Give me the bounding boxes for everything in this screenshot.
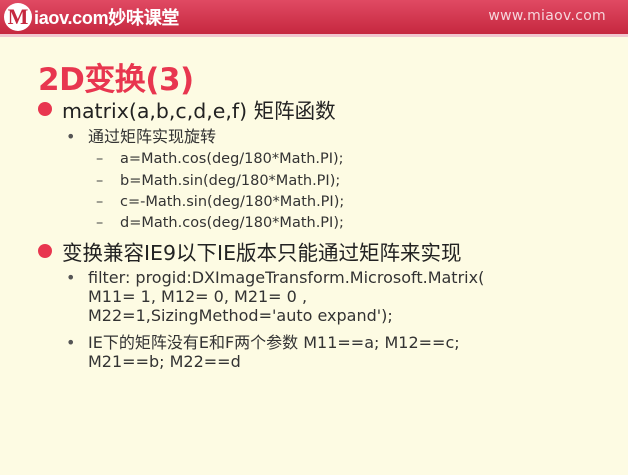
site-url[interactable]: www.miaov.com [488,8,606,24]
sub-bullet-text: 通过矩阵实现旋转 [88,127,217,146]
section-heading-text: 变换兼容IE9以下IE版本只能通过矩阵来实现 [62,241,462,265]
formula-a: – a=Math.cos(deg/180*Math.PI); [96,151,344,167]
sub-bullet-filter: • filter: progid:DXImageTransform.Micros… [66,268,484,325]
dash-icon: – [96,151,104,167]
logo-badge: M [4,3,32,31]
filter-line: filter: progid:DXImageTransform.Microsof… [88,268,485,287]
bullet-dot-icon [38,244,52,258]
dash-icon: – [96,194,104,210]
ie-params-block: IE下的矩阵没有E和F两个参数 M11==a; M12==c; M21==b; … [88,333,460,371]
filter-line: M22=1,SizingMethod='auto expand'); [88,306,393,325]
section-heading-matrix: matrix(a,b,c,d,e,f) 矩阵函数 [38,94,336,124]
filter-code-block: filter: progid:DXImageTransform.Microsof… [88,268,484,325]
logo-text: iaov.com妙味课堂 [34,8,180,28]
sub-bullet-ie-params: • IE下的矩阵没有E和F两个参数 M11==a; M12==c; M21==b… [66,333,460,371]
section-heading-text: matrix(a,b,c,d,e,f) 矩阵函数 [62,99,336,123]
formula-d: – d=Math.cos(deg/180*Math.PI); [96,215,344,231]
ie-params-line: IE下的矩阵没有E和F两个参数 M11==a; M12==c; [88,333,460,352]
formula-text: b=Math.sin(deg/180*Math.PI); [120,173,341,189]
header-bar: M iaov.com妙味课堂 www.miaov.com [0,0,628,34]
bullet-dot-small-icon: • [66,127,76,146]
formula-text: d=Math.cos(deg/180*Math.PI); [120,215,344,231]
sub-bullet-rotation: • 通过矩阵实现旋转 [66,127,216,146]
dash-icon: – [96,173,104,189]
header-divider [0,34,628,37]
dash-icon: – [96,215,104,231]
section-heading-ie-compat: 变换兼容IE9以下IE版本只能通过矩阵来实现 [38,236,462,266]
bullet-dot-small-icon: • [66,268,76,287]
formula-b: – b=Math.sin(deg/180*Math.PI); [96,173,340,189]
bullet-dot-icon [38,102,52,116]
bullet-dot-small-icon: • [66,333,76,352]
ie-params-line: M21==b; M22==d [88,352,241,371]
miaov-logo[interactable]: M iaov.com妙味课堂 [4,3,179,31]
formula-text: a=Math.cos(deg/180*Math.PI); [120,151,344,167]
formula-c: – c=-Math.sin(deg/180*Math.PI); [96,194,344,210]
formula-text: c=-Math.sin(deg/180*Math.PI); [120,194,345,210]
filter-line: M11= 1, M12= 0, M21= 0 , [88,287,308,306]
slide-title: 2D变换(3) [38,62,194,98]
